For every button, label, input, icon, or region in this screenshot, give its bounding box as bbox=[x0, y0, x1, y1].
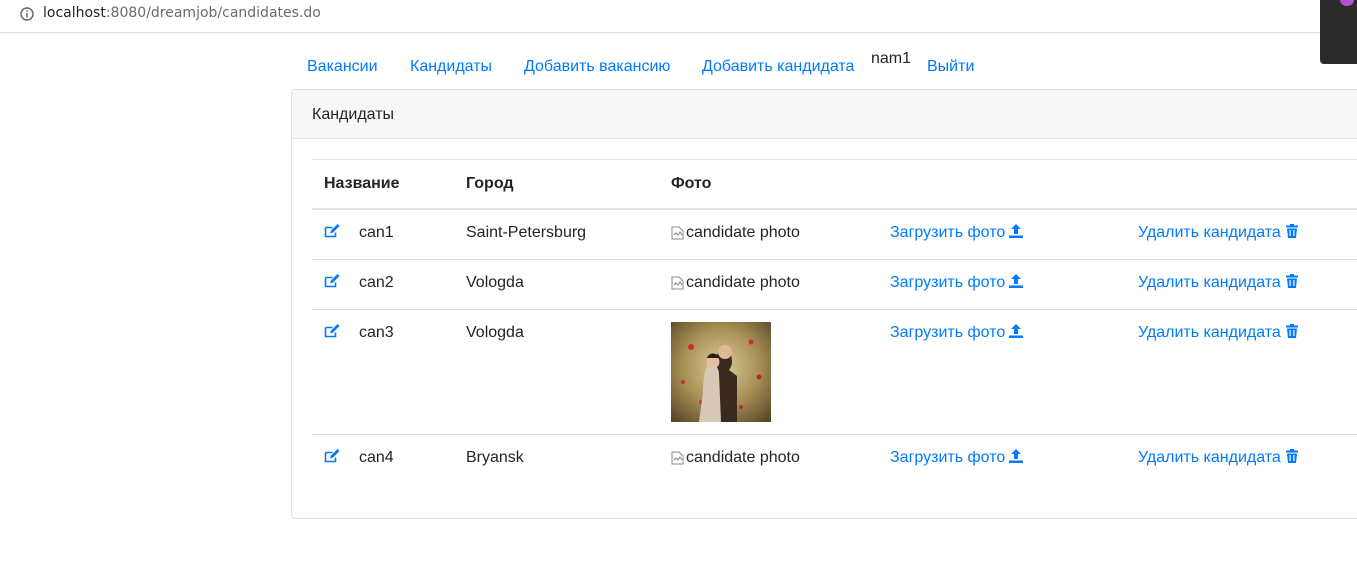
candidate-photo: candidate photo bbox=[671, 224, 800, 242]
delete-candidate-link[interactable]: Удалить кандидата bbox=[1138, 323, 1299, 341]
upload-photo-link[interactable]: Загрузить фото bbox=[890, 448, 1024, 466]
column-header-city: Город bbox=[454, 159, 659, 210]
delete-candidate-link[interactable]: Удалить кандидата bbox=[1138, 448, 1299, 466]
nav-vacancies[interactable]: Вакансии bbox=[307, 58, 378, 76]
candidates-table: Название Город Фото can1 Saint-Petersbur… bbox=[312, 159, 1357, 484]
candidate-city: Saint-Petersburg bbox=[454, 208, 659, 259]
upload-photo-label: Загрузить фото bbox=[890, 323, 1006, 341]
candidate-name: can3 bbox=[359, 323, 394, 341]
edit-candidate-link[interactable] bbox=[324, 224, 359, 241]
broken-image-icon bbox=[671, 276, 684, 289]
candidate-name: can2 bbox=[359, 273, 394, 291]
upload-photo-link[interactable]: Загрузить фото bbox=[890, 323, 1024, 341]
candidate-name: can4 bbox=[359, 448, 394, 466]
delete-candidate-label: Удалить кандидата bbox=[1138, 273, 1281, 291]
trash-icon bbox=[1285, 323, 1298, 338]
photo-alt-text: candidate photo bbox=[686, 273, 800, 291]
upload-icon bbox=[1009, 448, 1024, 463]
upload-photo-label: Загрузить фото bbox=[890, 448, 1006, 466]
upload-icon bbox=[1009, 224, 1024, 238]
trash-icon bbox=[1285, 448, 1298, 463]
broken-image-icon bbox=[671, 451, 684, 464]
edit-icon bbox=[324, 224, 340, 238]
nav-add-candidate[interactable]: Добавить кандидата bbox=[702, 58, 854, 76]
candidates-card: Кандидаты Название Город Фото can1 Saint… bbox=[291, 89, 1357, 519]
upload-icon bbox=[1009, 323, 1024, 338]
delete-candidate-link[interactable]: Удалить кандидата bbox=[1138, 224, 1299, 241]
table-row: can2 Vologda candidate photo Загрузить ф… bbox=[312, 258, 1357, 309]
candidate-city: Bryansk bbox=[454, 433, 659, 484]
delete-candidate-label: Удалить кандидата bbox=[1138, 448, 1281, 466]
upload-icon bbox=[1009, 273, 1024, 288]
candidate-city: Vologda bbox=[454, 258, 659, 309]
delete-candidate-label: Удалить кандидата bbox=[1138, 323, 1281, 341]
column-header-photo: Фото bbox=[659, 159, 878, 210]
edit-candidate-link[interactable] bbox=[324, 448, 359, 466]
edit-icon bbox=[324, 273, 340, 287]
extension-corner bbox=[1320, 0, 1357, 64]
upload-photo-label: Загрузить фото bbox=[890, 273, 1006, 291]
table-row: can4 Bryansk candidate photo Загрузить ф… bbox=[312, 433, 1357, 484]
trash-icon bbox=[1285, 273, 1298, 288]
nav-candidates[interactable]: Кандидаты bbox=[410, 58, 492, 76]
edit-candidate-link[interactable] bbox=[324, 273, 359, 291]
candidate-photo bbox=[671, 321, 771, 422]
delete-candidate-link[interactable]: Удалить кандидата bbox=[1138, 273, 1299, 291]
edit-candidate-link[interactable] bbox=[324, 323, 359, 341]
trash-icon bbox=[1285, 224, 1298, 238]
url-path: :8080/dreamjob/candidates.do bbox=[105, 5, 321, 21]
info-icon[interactable] bbox=[20, 7, 34, 21]
candidate-name: can1 bbox=[359, 224, 394, 241]
address-url[interactable]: localhost:8080/dreamjob/candidates.do bbox=[43, 5, 321, 21]
upload-photo-link[interactable]: Загрузить фото bbox=[890, 273, 1024, 291]
card-title: Кандидаты bbox=[292, 90, 1357, 139]
url-host: localhost bbox=[43, 5, 106, 21]
upload-photo-link[interactable]: Загрузить фото bbox=[890, 224, 1024, 241]
broken-image-icon bbox=[671, 226, 684, 240]
candidate-photo: candidate photo bbox=[671, 449, 800, 467]
candidate-photo: candidate photo bbox=[671, 274, 800, 292]
table-row: can3 Vologda Загрузить фото Удалить канд… bbox=[312, 308, 1357, 434]
browser-address-bar: localhost:8080/dreamjob/candidates.do bbox=[0, 0, 1357, 33]
nav-add-vacancy[interactable]: Добавить вакансию bbox=[524, 58, 670, 76]
photo-alt-text: candidate photo bbox=[686, 224, 800, 241]
column-header-name: Название bbox=[312, 159, 454, 210]
edit-icon bbox=[324, 448, 340, 462]
current-user: nam1 bbox=[871, 50, 912, 67]
photo-alt-text: candidate photo bbox=[686, 448, 800, 466]
candidate-city: Vologda bbox=[454, 308, 659, 434]
edit-icon bbox=[324, 323, 340, 337]
delete-candidate-label: Удалить кандидата bbox=[1138, 224, 1281, 241]
table-row: can1 Saint-Petersburg candidate photo За… bbox=[312, 208, 1357, 259]
nav-logout[interactable]: Выйти bbox=[927, 58, 974, 76]
extension-icon[interactable] bbox=[1340, 0, 1354, 6]
upload-photo-label: Загрузить фото bbox=[890, 224, 1006, 241]
